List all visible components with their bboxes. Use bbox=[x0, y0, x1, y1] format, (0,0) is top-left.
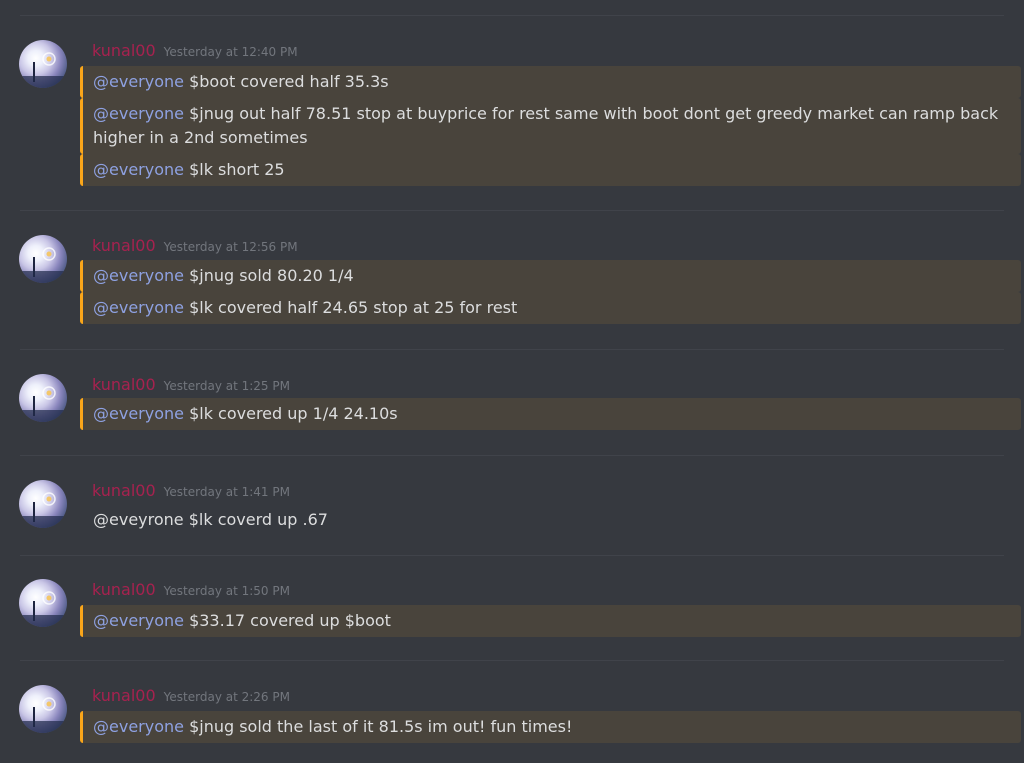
user-avatar[interactable] bbox=[19, 685, 67, 733]
message-text: $jnug sold the last of it 81.5s im out! … bbox=[183, 717, 573, 736]
timestamp: Yesterday at 1:41 PM bbox=[163, 485, 290, 499]
message-text: @eveyrone $lk coverd up .67 bbox=[93, 510, 328, 529]
message-highlighted: @everyone $jnug sold the last of it 81.5… bbox=[80, 711, 1021, 743]
username[interactable]: kunal00 bbox=[92, 41, 156, 60]
username[interactable]: kunal00 bbox=[92, 481, 156, 500]
avatar-image bbox=[19, 591, 67, 627]
message: @eveyrone $lk coverd up .67 bbox=[80, 504, 1021, 536]
message-text: $lk covered up 1/4 24.10s bbox=[183, 404, 398, 423]
timestamp: Yesterday at 2:26 PM bbox=[163, 690, 290, 704]
avatar-image bbox=[19, 697, 67, 733]
message-divider bbox=[20, 555, 1004, 556]
avatar-image bbox=[19, 492, 67, 528]
mention[interactable]: @everyone bbox=[93, 104, 184, 123]
message-highlighted: @everyone $33.17 covered up $boot bbox=[80, 605, 1021, 637]
user-avatar[interactable] bbox=[19, 40, 67, 88]
user-avatar[interactable] bbox=[19, 374, 67, 422]
message-highlighted: @everyone $jnug sold 80.20 1/4 bbox=[80, 260, 1021, 292]
timestamp: Yesterday at 1:50 PM bbox=[163, 584, 290, 598]
message-text: $jnug out half 78.51 stop at buyprice fo… bbox=[93, 104, 999, 147]
message-highlighted: @everyone $boot covered half 35.3s bbox=[80, 66, 1021, 98]
mention[interactable]: @everyone bbox=[93, 298, 184, 317]
timestamp: Yesterday at 12:40 PM bbox=[163, 45, 298, 59]
message-divider bbox=[20, 15, 1004, 16]
message-divider bbox=[20, 455, 1004, 456]
message-highlighted: @everyone $lk short 25 bbox=[80, 154, 1021, 186]
username[interactable]: kunal00 bbox=[92, 375, 156, 394]
timestamp: Yesterday at 12:56 PM bbox=[163, 240, 298, 254]
message-divider bbox=[20, 660, 1004, 661]
mention[interactable]: @everyone bbox=[93, 266, 184, 285]
message-highlighted: @everyone $lk covered up 1/4 24.10s bbox=[80, 398, 1021, 430]
message-divider bbox=[20, 210, 1004, 211]
username[interactable]: kunal00 bbox=[92, 686, 156, 705]
message-highlighted: @everyone $lk covered half 24.65 stop at… bbox=[80, 292, 1021, 324]
message-divider bbox=[20, 349, 1004, 350]
message-highlighted: @everyone $jnug out half 78.51 stop at b… bbox=[80, 98, 1021, 154]
message-text: $jnug sold 80.20 1/4 bbox=[183, 266, 354, 285]
user-avatar[interactable] bbox=[19, 480, 67, 528]
mention[interactable]: @everyone bbox=[93, 72, 184, 91]
user-avatar[interactable] bbox=[19, 235, 67, 283]
avatar-image bbox=[19, 52, 67, 88]
mention[interactable]: @everyone bbox=[93, 717, 184, 736]
username[interactable]: kunal00 bbox=[92, 580, 156, 599]
timestamp: Yesterday at 1:25 PM bbox=[163, 379, 290, 393]
user-avatar[interactable] bbox=[19, 579, 67, 627]
message-text: $boot covered half 35.3s bbox=[183, 72, 389, 91]
username[interactable]: kunal00 bbox=[92, 236, 156, 255]
message-text: $lk short 25 bbox=[183, 160, 285, 179]
avatar-image bbox=[19, 386, 67, 422]
mention[interactable]: @everyone bbox=[93, 611, 184, 630]
message-text: $lk covered half 24.65 stop at 25 for re… bbox=[183, 298, 518, 317]
mention[interactable]: @everyone bbox=[93, 160, 184, 179]
avatar-image bbox=[19, 247, 67, 283]
message-text: $33.17 covered up $boot bbox=[183, 611, 391, 630]
mention[interactable]: @everyone bbox=[93, 404, 184, 423]
